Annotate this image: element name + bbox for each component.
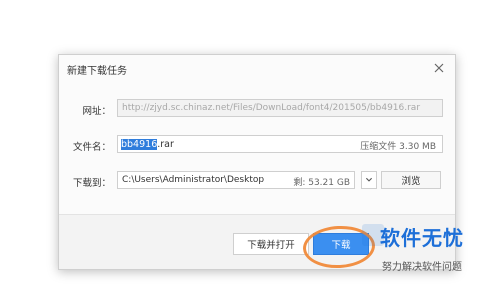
free-space: 剩: 53.21 GB: [293, 178, 350, 188]
dialog-titlebar: 新建下载任务: [59, 55, 455, 83]
download-to-row: 下载到： C:\Users\Administrator\Desktop 剩: 5…: [59, 171, 455, 191]
url-row: 网址： http://zjyd.sc.chinaz.net/Files/Down…: [59, 99, 455, 119]
download-to-label: 下载到：: [72, 178, 111, 189]
url-label: 网址：: [82, 106, 111, 117]
filename-selected-text: bb4916: [121, 138, 158, 150]
path-input[interactable]: C:\Users\Administrator\Desktop 剩: 53.21 …: [117, 171, 355, 189]
filename-input[interactable]: bb4916 .rar 压缩文件 3.30 MB: [117, 135, 443, 153]
filename-extension: .rar: [157, 138, 174, 150]
filename-label: 文件名：: [72, 142, 111, 153]
download-and-open-button[interactable]: 下载并打开: [233, 233, 309, 255]
file-meta: 压缩文件 3.30 MB: [360, 142, 436, 152]
url-field[interactable]: http://zjyd.sc.chinaz.net/Files/DownLoad…: [117, 99, 443, 117]
browse-button[interactable]: 浏览: [381, 171, 441, 189]
watermark-title: 软件无忧: [380, 226, 464, 250]
filename-row: 文件名： bb4916 .rar 压缩文件 3.30 MB: [59, 135, 455, 155]
dialog-title: 新建下载任务: [67, 65, 127, 77]
close-icon[interactable]: [433, 62, 445, 74]
watermark-subtitle: 努力解决软件问题: [382, 262, 462, 273]
chevron-down-icon: [365, 177, 373, 182]
path-dropdown-button[interactable]: [361, 171, 377, 189]
path-value: C:\Users\Administrator\Desktop: [122, 175, 265, 185]
